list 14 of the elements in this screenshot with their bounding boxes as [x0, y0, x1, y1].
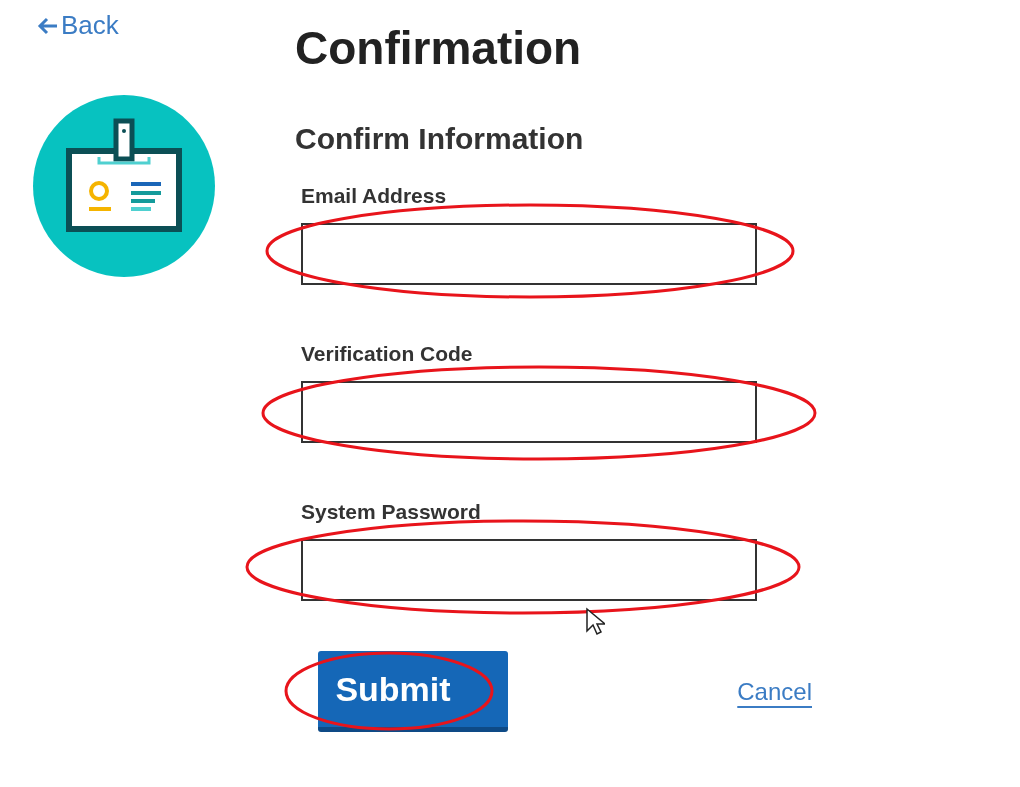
- input-field[interactable]: [301, 381, 757, 443]
- back-link[interactable]: Back: [37, 10, 119, 41]
- input-field[interactable]: [301, 223, 757, 285]
- page-title: Confirmation: [295, 22, 583, 74]
- cursor-icon: [585, 607, 605, 637]
- arrow-left-icon: [37, 16, 59, 35]
- submit-button[interactable]: Submit: [318, 651, 508, 732]
- section-title: Confirm Information: [295, 121, 585, 157]
- field-label: Email Address: [301, 183, 448, 209]
- field-label: System Password: [301, 499, 482, 525]
- id-badge-icon: [33, 95, 215, 277]
- cancel-link[interactable]: Cancel: [737, 677, 812, 706]
- field-label: Verification Code: [301, 341, 474, 367]
- input-field[interactable]: [301, 539, 757, 601]
